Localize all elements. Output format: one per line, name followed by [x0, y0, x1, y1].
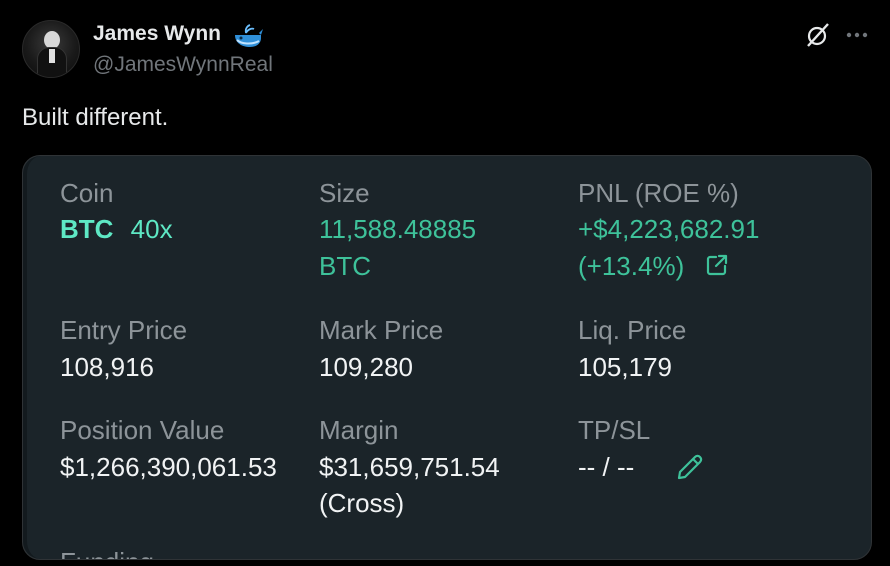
whale-icon [235, 24, 263, 47]
avatar[interactable] [22, 20, 80, 78]
more-icon[interactable] [846, 32, 868, 38]
size-unit: BTC [319, 251, 371, 281]
entry-price-value: 108,916 [60, 352, 154, 382]
grok-icon[interactable] [805, 22, 831, 48]
size-value: 11,588.48885 [319, 214, 477, 244]
position-value-label: Position Value [60, 415, 225, 445]
margin-value: $31,659,751.54 [319, 452, 500, 482]
mark-price-label: Mark Price [319, 315, 444, 345]
coin-row: BTC 40x [60, 214, 173, 245]
coin-label: Coin [60, 178, 114, 208]
pnl-label: PNL (ROE %) [578, 178, 739, 208]
coin-symbol: BTC [60, 214, 114, 244]
margin-label: Margin [319, 415, 399, 445]
tweet-text: Built different. [22, 104, 169, 131]
avatar-shirt [49, 49, 55, 63]
size-label: Size [319, 178, 370, 208]
entry-price-label: Entry Price [60, 315, 188, 345]
funding-label: Funding [60, 547, 154, 559]
margin-mode: (Cross) [319, 488, 405, 518]
tpsl-value: -- / -- [578, 452, 635, 482]
liq-price-label: Liq. Price [578, 315, 687, 345]
mark-price-value: 109,280 [319, 352, 413, 382]
tpsl-label: TP/SL [578, 415, 651, 445]
pnl-value: +$4,223,682.91 [578, 214, 760, 244]
pencil-icon[interactable] [675, 452, 705, 482]
roe-value: (+13.4%) [578, 251, 685, 281]
position-value-value: $1,266,390,061.53 [60, 452, 277, 482]
author-handle[interactable]: @JamesWynnReal [93, 53, 273, 77]
external-link-icon[interactable] [705, 253, 729, 277]
liq-price-value: 105,179 [578, 352, 672, 382]
position-card[interactable]: Coin BTC 40x Entry Price 108,916 Positio… [22, 155, 872, 560]
author-name[interactable]: James Wynn [93, 22, 221, 46]
leverage-value: 40x [130, 214, 173, 244]
